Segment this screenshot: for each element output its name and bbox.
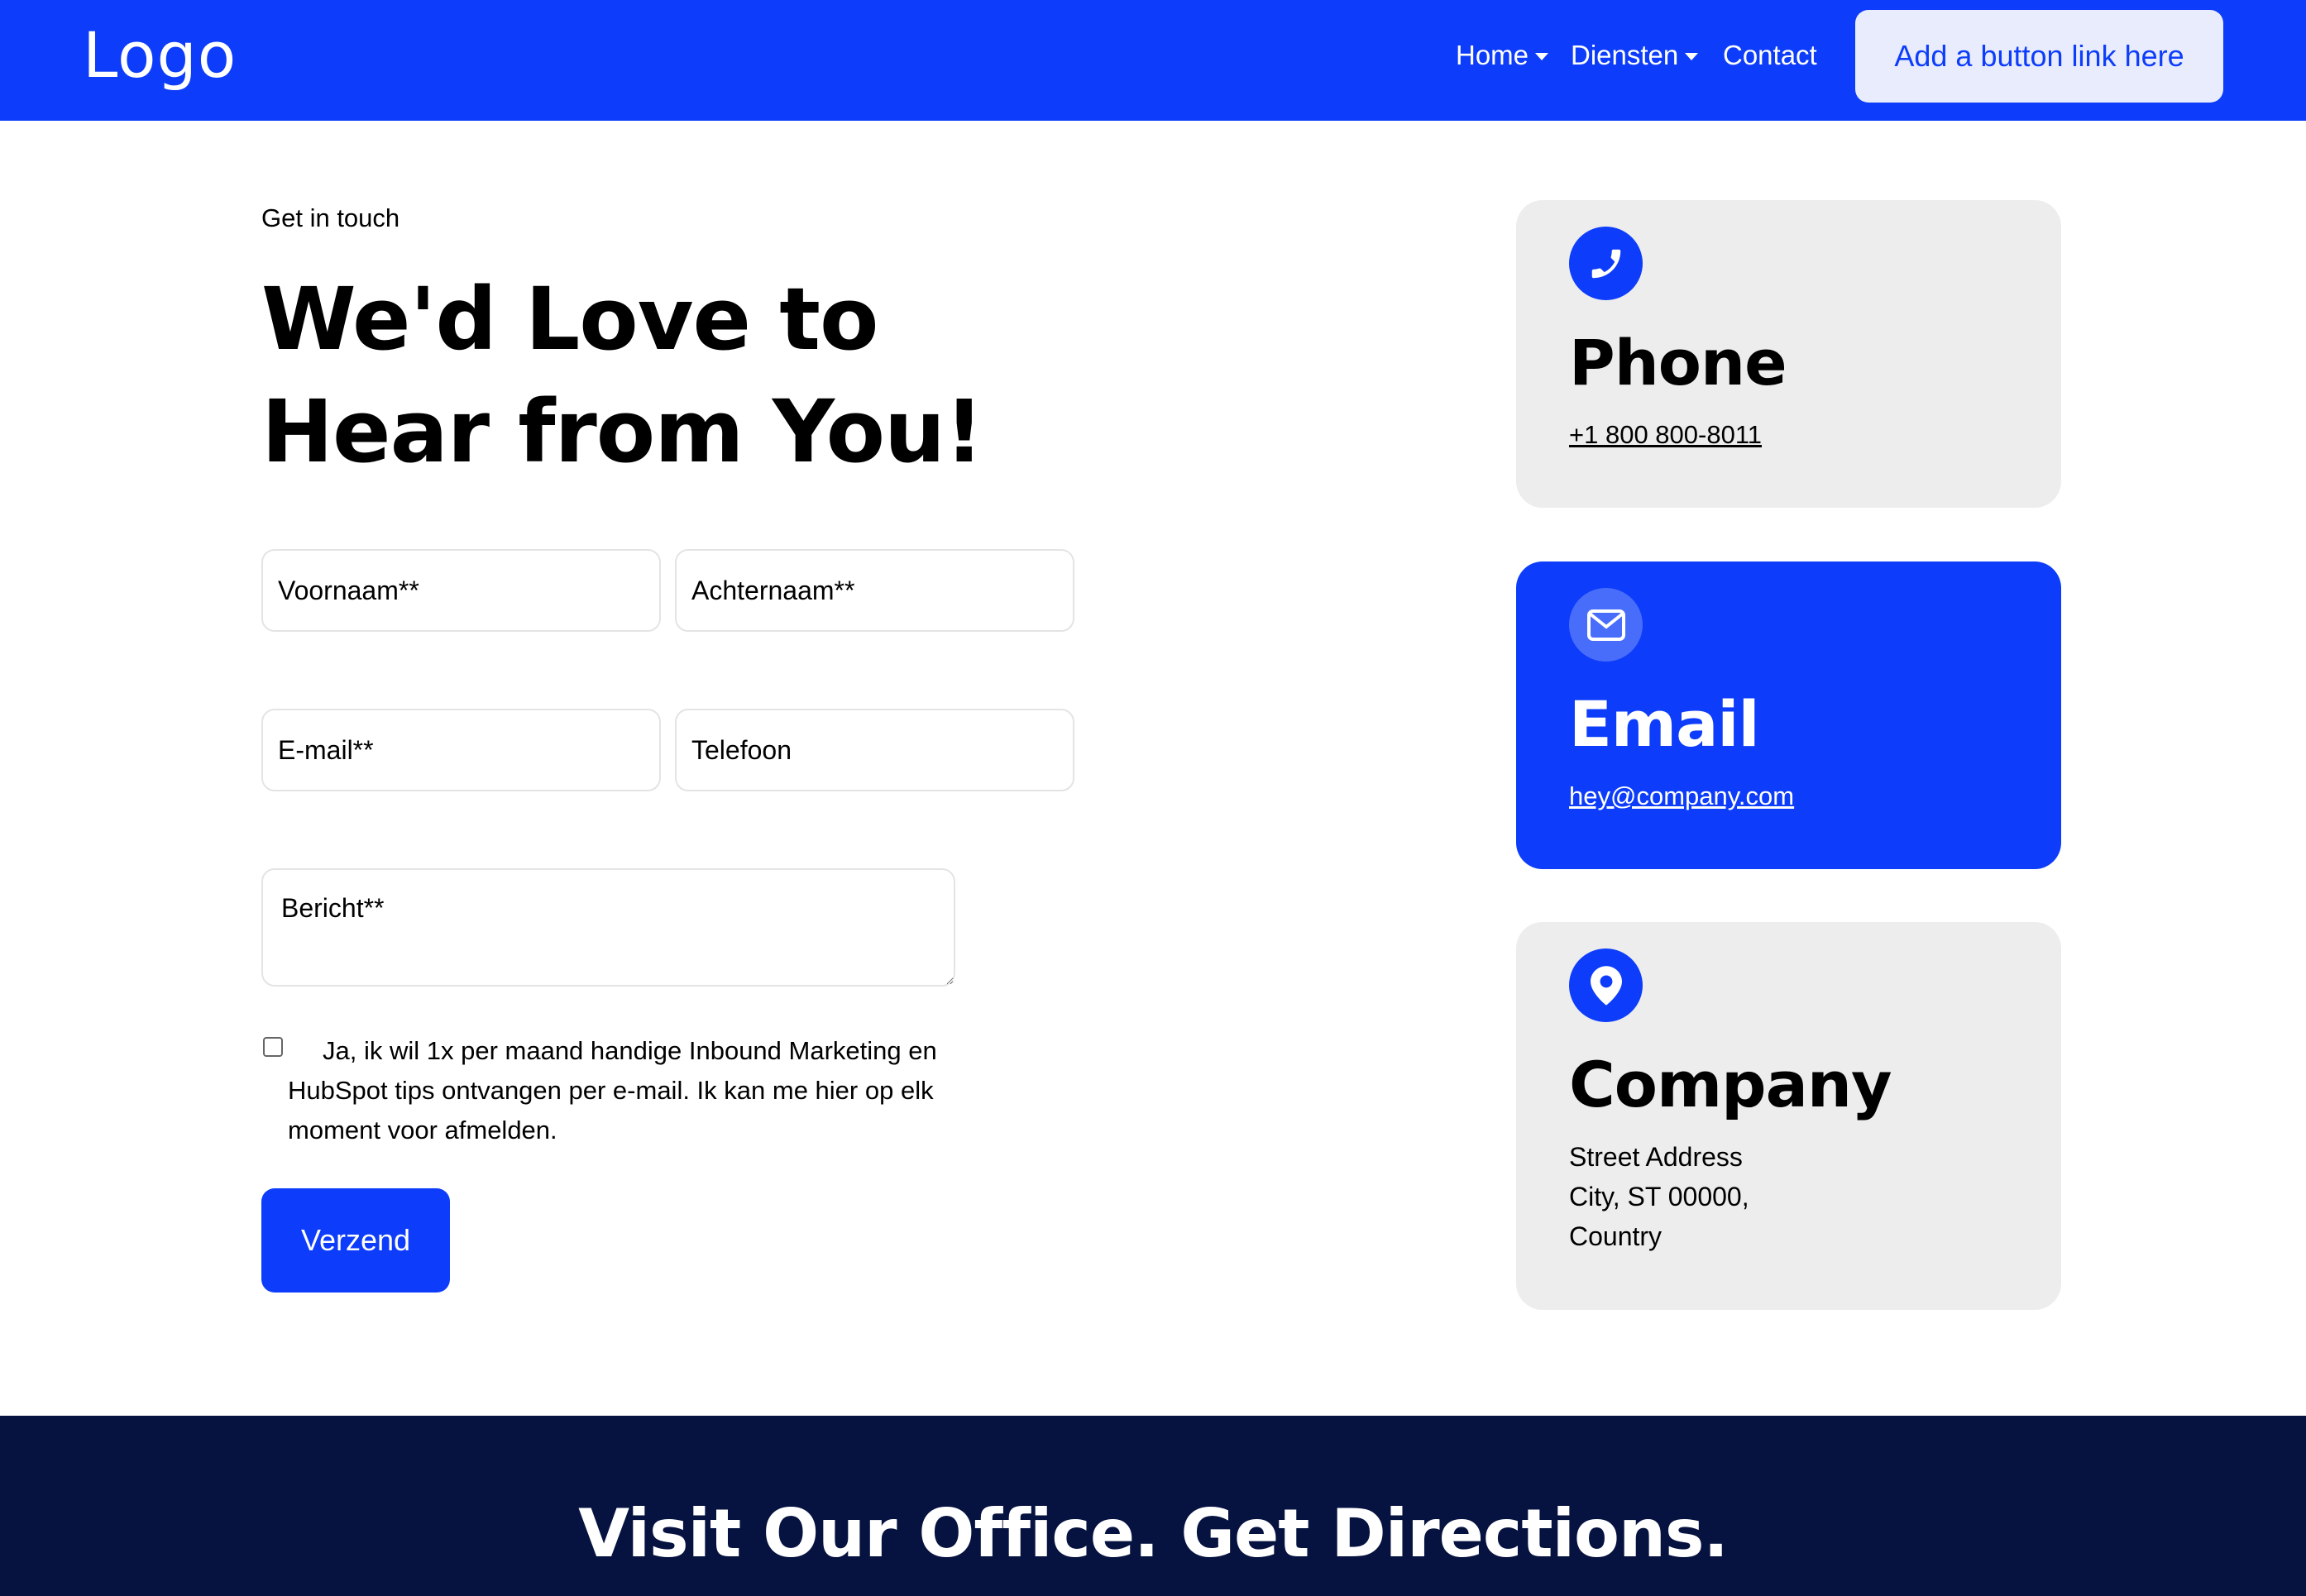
- nav-item-contact[interactable]: Contact: [1723, 40, 1817, 71]
- phone-link[interactable]: +1 800 800-8011: [1569, 420, 1762, 450]
- eyebrow-text: Get in touch: [261, 203, 400, 232]
- chevron-down-icon: [1535, 52, 1549, 60]
- logo[interactable]: Logo: [83, 18, 237, 92]
- phone-card: Phone +1 800 800-8011: [1516, 200, 2061, 508]
- address-line: Street Address: [1569, 1142, 1743, 1172]
- company-card: Company Street Address City, ST 00000, C…: [1516, 922, 2061, 1310]
- address-line: Country: [1569, 1221, 1663, 1251]
- consent-checkbox[interactable]: [263, 1037, 283, 1057]
- card-title: Email: [1569, 687, 1759, 761]
- card-title: Company: [1569, 1048, 1892, 1121]
- chevron-down-icon: [1685, 52, 1699, 60]
- section-title: Visit Our Office. Get Directions.: [578, 1495, 1729, 1572]
- page-title: We'd Love to Hear from You!: [261, 269, 984, 482]
- submit-button[interactable]: Verzend: [261, 1188, 450, 1293]
- nav-item-label: Contact: [1723, 40, 1817, 70]
- nav-item-label: Home: [1456, 40, 1529, 70]
- top-navbar: Logo Home Diensten Contact Add a button …: [0, 0, 2306, 121]
- phone-icon: [1569, 227, 1643, 300]
- nav-item-home[interactable]: Home: [1456, 40, 1549, 71]
- last-name-field[interactable]: [675, 549, 1074, 632]
- envelope-icon: [1569, 588, 1643, 662]
- card-title: Phone: [1569, 326, 1787, 399]
- nav-item-diensten[interactable]: Diensten: [1571, 40, 1699, 71]
- nav-item-label: Diensten: [1571, 40, 1679, 70]
- email-link[interactable]: hey@company.com: [1569, 781, 1794, 811]
- cta-button[interactable]: Add a button link here: [1855, 10, 2223, 103]
- phone-field[interactable]: [675, 709, 1074, 791]
- first-name-field[interactable]: [261, 549, 661, 632]
- consent-label: Ja, ik wil 1x per maand handige Inbound …: [288, 1036, 937, 1144]
- map-pin-icon: [1569, 949, 1643, 1022]
- address-line: City, ST 00000,: [1569, 1182, 1749, 1211]
- message-field[interactable]: [261, 868, 955, 987]
- email-card: Email hey@company.com: [1516, 561, 2061, 869]
- directions-section: Visit Our Office. Get Directions.: [0, 1416, 2306, 1596]
- email-field[interactable]: [261, 709, 661, 791]
